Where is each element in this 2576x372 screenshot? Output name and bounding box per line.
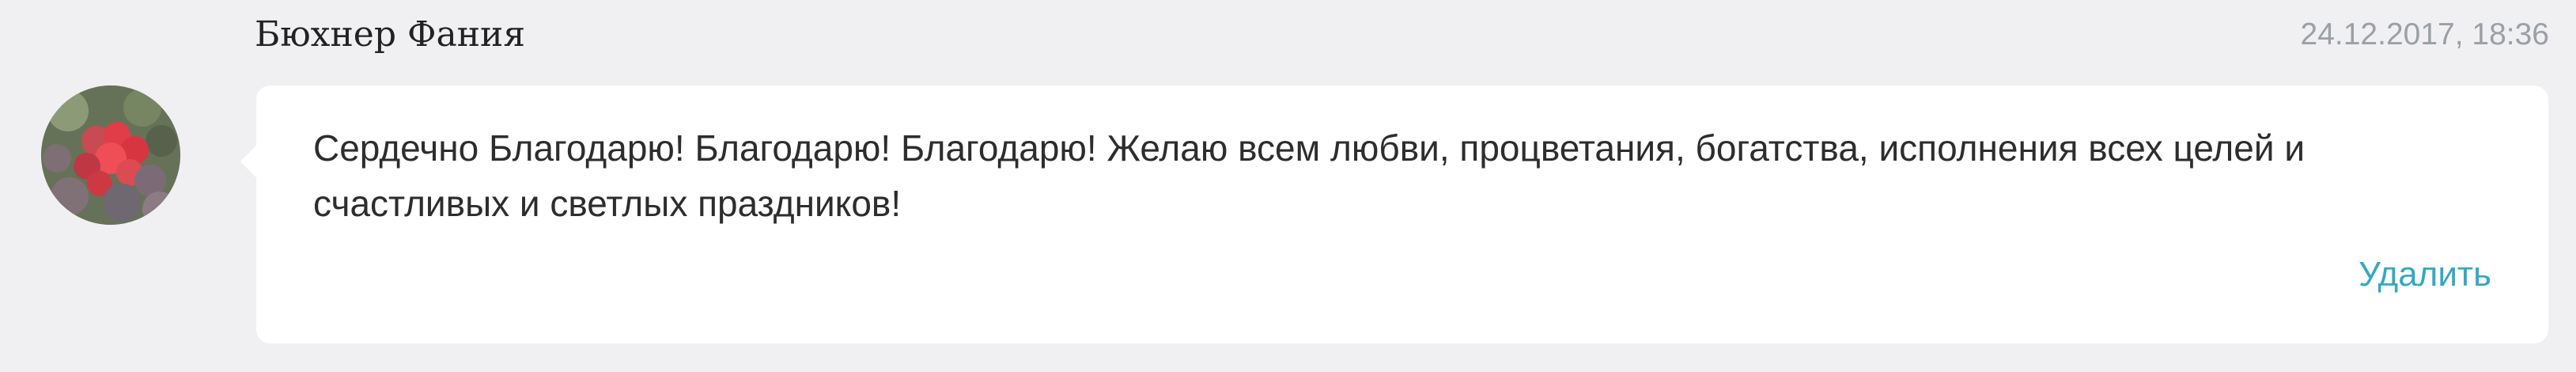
delete-link[interactable]: Удалить [2358,255,2491,294]
comment-text: Сердечно Благодарю! Благодарю! Благодарю… [313,127,2306,224]
avatar[interactable] [41,85,180,225]
comment-bubble: Сердечно Благодарю! Благодарю! Благодарю… [240,85,2548,344]
avatar-flowers-icon [41,85,180,225]
bubble-tail [240,146,256,177]
comment-timestamp: 24.12.2017, 18:36 [2300,17,2549,51]
author-name[interactable]: Бюхнер Фания [255,14,525,55]
comment-item: Бюхнер Фания 24.12.2017, 18:36 Сердечно … [0,0,2576,372]
